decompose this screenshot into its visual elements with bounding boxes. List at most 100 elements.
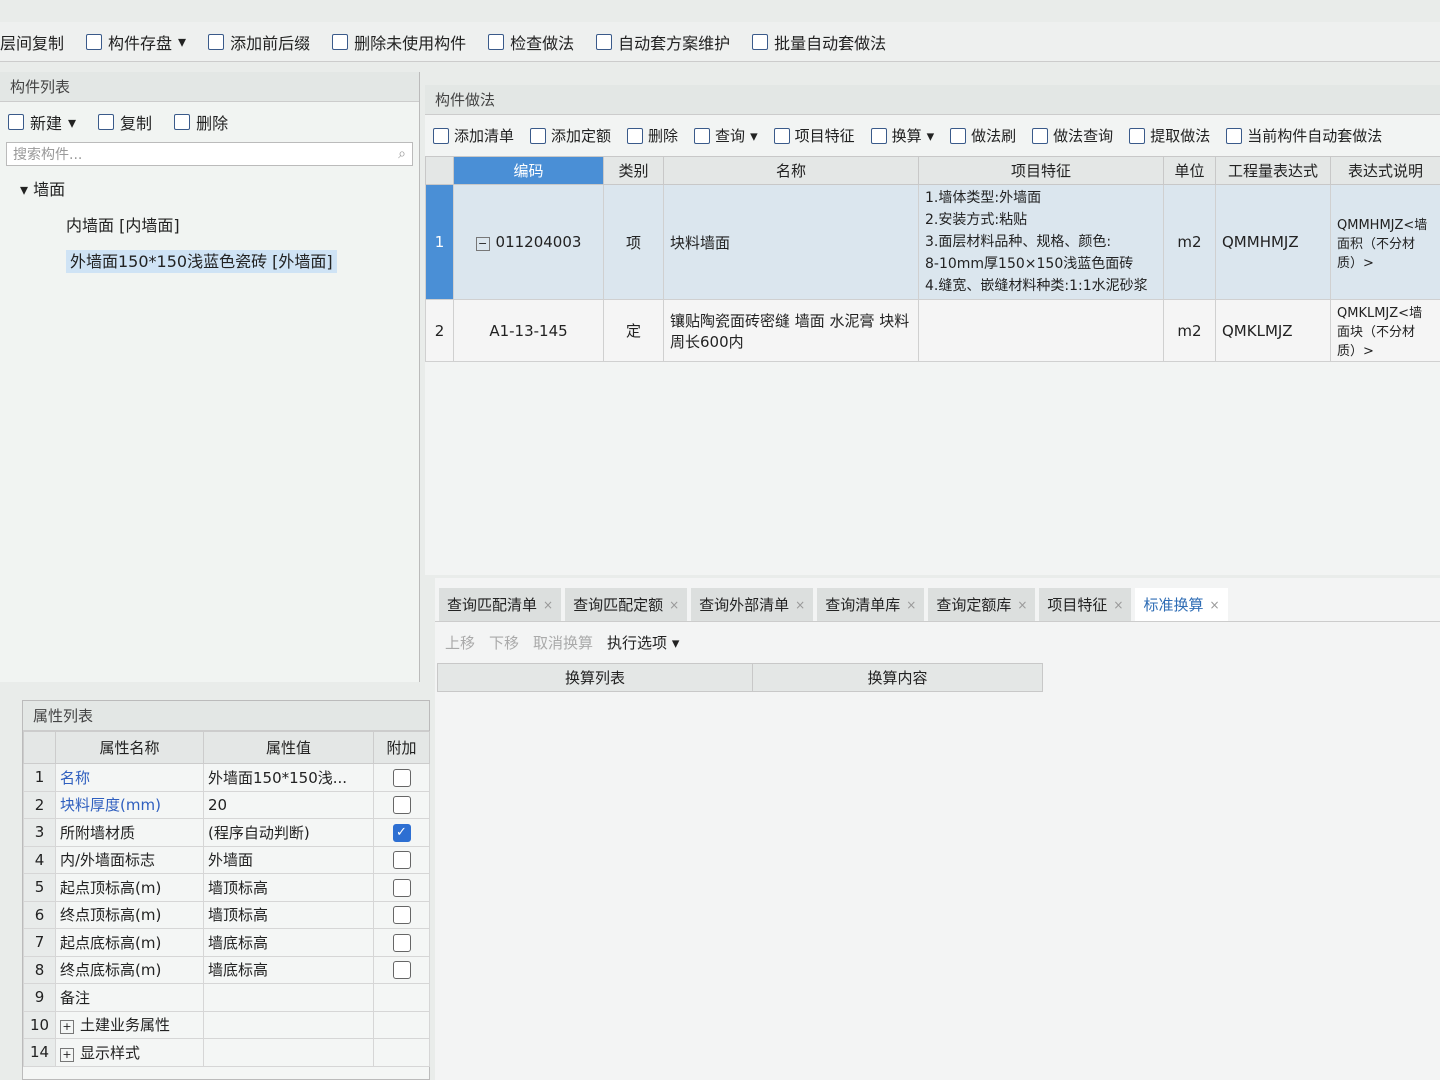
bottom-tab[interactable]: 项目特征 × [1039,588,1132,621]
col-header[interactable]: 项目特征 [918,156,1164,185]
property-value[interactable]: 墙底标高 [203,928,374,957]
property-value[interactable]: 墙顶标高 [203,900,374,929]
toolbar-label: 检查做法 [510,33,575,53]
toolbar-button[interactable]: 删除未使用构件 [332,30,466,54]
property-row[interactable]: 3 所附墙材质 (程序自动判断) ✓ [23,818,430,847]
row-number: 2 [425,299,454,362]
property-row[interactable]: 4 内/外墙面标志 外墙面 [23,845,430,874]
toolbar-button[interactable]: 自动套方案维护 [596,30,730,54]
property-row[interactable]: 10 + 土建业务属性 [23,1010,430,1039]
bottom-tab[interactable]: 查询匹配定额 × [565,588,688,621]
toolbar-button[interactable]: 构件存盘 ▾ [86,30,186,54]
tree-item-inner-wall[interactable]: 内墙面 [内墙面] [20,208,399,244]
method-toolbar-button[interactable]: 查询 ▾ [694,125,758,146]
property-row[interactable]: 8 终点底标高(m) 墙底标高 [23,955,430,984]
action-button[interactable]: 执行选项 ▾ [607,632,679,653]
close-icon[interactable]: × [1017,598,1027,612]
property-row[interactable]: 2 块料厚度(mm) 20 [23,790,430,819]
expr-cell[interactable]: QMMHMJZ [1215,184,1331,300]
method-toolbar-button[interactable]: 当前构件自动套做法 [1226,125,1382,146]
property-row[interactable]: 1 名称 外墙面150*150浅... [23,763,430,792]
type-cell: 定 [603,299,664,362]
code-cell[interactable]: A1-13-145 [453,299,604,362]
delete-label: 删除 [196,114,229,133]
method-toolbar-button[interactable]: 换算 ▾ [870,125,934,146]
checkbox[interactable] [392,796,411,814]
toolbar-icon [694,127,711,144]
close-icon[interactable]: × [1113,598,1123,612]
bottom-tab[interactable]: 查询定额库 × [928,588,1036,621]
col-header[interactable]: 编码 [453,156,604,185]
close-icon[interactable]: × [669,598,679,612]
checkbox[interactable] [392,961,411,979]
toolbar-button[interactable]: 检查做法 [488,30,574,54]
bottom-tab[interactable]: 查询匹配清单 × [439,588,562,621]
toolbar-button[interactable]: 层间复制 [0,30,64,54]
checkbox[interactable]: ✓ [392,823,411,842]
expand-icon[interactable]: + [60,1020,74,1035]
property-row[interactable]: 14 + 显示样式 [23,1038,430,1067]
table-row[interactable]: 2 A1-13-145 定 镶贴陶瓷面砖密缝 墙面 水泥膏 块料周长600内 m… [425,299,1440,362]
toolbar-icon [870,127,887,144]
col-header[interactable]: 类别 [603,156,664,185]
property-row[interactable]: 9 备注 [23,983,430,1012]
method-toolbar-button[interactable]: 提取做法 [1129,125,1210,146]
close-icon[interactable]: × [1209,598,1219,612]
property-value[interactable] [203,1038,374,1067]
col-header[interactable]: 表达式说明 [1330,156,1440,185]
property-value[interactable]: 外墙面150*150浅... [203,763,374,792]
property-row[interactable]: 7 起点底标高(m) 墙底标高 [23,928,430,957]
checkbox[interactable] [392,906,411,924]
toolbar-button[interactable]: 添加前后缀 [208,30,310,54]
bottom-tab[interactable]: 查询清单库 × [817,588,925,621]
new-button[interactable]: 新建 ▾ [8,110,76,134]
method-toolbar-button[interactable]: 添加清单 [433,125,514,146]
code-cell[interactable]: −011204003 [453,184,604,300]
expr-cell[interactable]: QMKLMJZ [1215,299,1331,362]
toolbar-label: 层间复制 [0,33,65,53]
close-icon[interactable]: × [906,598,916,612]
expand-icon[interactable]: + [60,1047,74,1062]
checkbox[interactable] [392,851,411,869]
method-toolbar-button[interactable]: 添加定额 [530,125,611,146]
property-value[interactable]: 墙底标高 [203,955,374,984]
copy-button[interactable]: 复制 [98,110,152,134]
property-value[interactable]: (程序自动判断) [203,818,374,847]
col-header[interactable]: 名称 [663,156,919,185]
delete-button[interactable]: 删除 [174,110,228,134]
property-row[interactable]: 5 起点顶标高(m) 墙顶标高 [23,873,430,902]
method-toolbar-button[interactable]: 删除 [627,125,678,146]
tree-node-wall[interactable]: ▾ 墙面 [20,172,399,208]
property-value[interactable]: 外墙面 [203,845,374,874]
toolbar-icon [208,33,225,50]
close-icon[interactable]: × [795,598,805,612]
method-toolbar-button[interactable]: 项目特征 [773,125,855,146]
bottom-tab[interactable]: 查询外部清单 × [691,588,814,621]
method-toolbar-button[interactable]: 做法查询 [1032,125,1113,146]
method-toolbar-button[interactable]: 做法刷 [950,125,1016,146]
property-value[interactable]: 墙顶标高 [203,873,374,902]
property-value[interactable] [203,1010,374,1039]
checkbox[interactable] [392,768,411,787]
close-icon[interactable]: × [543,598,553,612]
row-index: 10 [23,1010,56,1039]
property-value[interactable]: 20 [203,790,374,819]
col-header[interactable] [425,156,454,185]
property-value[interactable] [203,983,374,1012]
action-button[interactable]: 上移 [445,632,475,653]
checkbox[interactable] [392,878,411,897]
search-input[interactable]: 搜索构件... ⌕ [6,142,413,166]
collapse-icon[interactable]: − [475,237,490,251]
property-row[interactable]: 6 终点顶标高(m) 墙顶标高 [23,900,430,929]
bottom-tab[interactable]: 标准换算 × [1135,588,1228,621]
table-row[interactable]: 1 −011204003 项 块料墙面 1.墙体类型:外墙面 2.安装方式:粘贴 3… [425,184,1440,300]
col-header[interactable]: 单位 [1163,156,1216,185]
col-header[interactable]: 工程量表达式 [1215,156,1331,185]
tree-item-label: 内墙面 [内墙面] [66,216,180,235]
action-button[interactable]: 下移 [489,632,519,653]
tree-item-outer-wall[interactable]: 外墙面150*150浅蓝色瓷砖 [外墙面] [20,244,399,280]
toolbar-button[interactable]: 批量自动套做法 [752,30,886,54]
action-button[interactable]: 取消换算 [533,632,593,653]
checkbox[interactable] [392,933,411,952]
toolbar-icon [1129,127,1146,144]
